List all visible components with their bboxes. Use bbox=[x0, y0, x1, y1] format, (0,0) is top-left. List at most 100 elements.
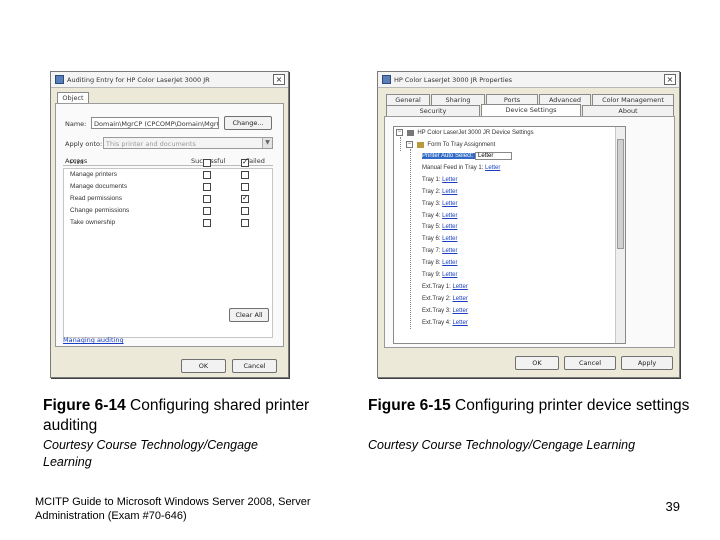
close-icon[interactable]: × bbox=[664, 74, 676, 85]
tab-general[interactable]: General bbox=[386, 94, 430, 105]
figure-6-14-caption: Figure 6-14 Configuring shared printer a… bbox=[43, 396, 333, 436]
failed-checkbox[interactable] bbox=[241, 219, 249, 227]
successful-checkbox[interactable] bbox=[203, 207, 211, 215]
tree-item-value[interactable]: Letter bbox=[475, 152, 513, 160]
tree-item[interactable]: Ext.Tray 3: Letter bbox=[422, 308, 468, 314]
tree-item-value[interactable]: Letter bbox=[452, 320, 467, 326]
folder-icon bbox=[416, 141, 424, 148]
tree-item[interactable]: Tray 7: Letter bbox=[422, 248, 457, 254]
tree-item-key: Tray 7: bbox=[422, 248, 441, 255]
tree-item-value[interactable]: Letter bbox=[485, 165, 500, 171]
tree-root[interactable]: − HP Color LaserJet 3000 JR Device Setti… bbox=[396, 129, 534, 136]
tab-sharing[interactable]: Sharing bbox=[431, 94, 485, 105]
tree-item-value[interactable]: Letter bbox=[442, 236, 457, 242]
tree-guide-line bbox=[410, 149, 411, 329]
tree-item-value[interactable]: Letter bbox=[442, 260, 457, 266]
tree-item-value[interactable]: Letter bbox=[442, 189, 457, 195]
tree-item-value[interactable]: Letter bbox=[442, 248, 457, 254]
cancel-button[interactable]: Cancel bbox=[564, 356, 616, 370]
device-settings-tree[interactable]: − HP Color LaserJet 3000 JR Device Setti… bbox=[393, 126, 626, 344]
permission-row: Manage printers bbox=[62, 169, 272, 181]
figure-6-14-label: Figure 6-14 bbox=[43, 397, 126, 414]
tree-item-key: Tray 5: bbox=[422, 224, 441, 231]
failed-checkbox[interactable] bbox=[241, 207, 249, 215]
permission-row: Read permissions ✓ bbox=[62, 193, 272, 205]
tree-item[interactable]: Tray 2: Letter bbox=[422, 189, 457, 195]
tree-group-label: Form To Tray Assignment bbox=[427, 142, 496, 149]
tab-about[interactable]: About bbox=[582, 105, 674, 116]
tree-item[interactable]: Tray 3: Letter bbox=[422, 201, 457, 207]
tree-item-key: Ext.Tray 4: bbox=[422, 319, 451, 326]
tree-item[interactable]: Ext.Tray 2: Letter bbox=[422, 296, 468, 302]
tab-security[interactable]: Security bbox=[386, 105, 480, 116]
tree-item-value[interactable]: Letter bbox=[442, 213, 457, 219]
tree-item-key: Manual Feed in Tray 1: bbox=[422, 164, 484, 171]
clear-all-button[interactable]: Clear All bbox=[229, 308, 269, 322]
tree-group[interactable]: − Form To Tray Assignment bbox=[406, 141, 495, 148]
auditing-dialog-title: Auditing Entry for HP Color LaserJet 300… bbox=[67, 75, 210, 84]
properties-dialog-titlebar: HP Color LaserJet 3000 JR Properties × bbox=[378, 72, 679, 88]
footer-book-title: MCITP Guide to Microsoft Windows Server … bbox=[35, 496, 311, 522]
successful-checkbox[interactable] bbox=[203, 219, 211, 227]
ok-button[interactable]: OK bbox=[515, 356, 559, 370]
permission-label: Read permissions bbox=[70, 195, 123, 202]
tree-item-value[interactable]: Letter bbox=[452, 296, 467, 302]
name-label: Name: bbox=[65, 120, 87, 128]
permission-label: Take ownership bbox=[70, 219, 116, 226]
permission-label: Change permissions bbox=[70, 207, 130, 214]
tree-item-key: Ext.Tray 3: bbox=[422, 307, 451, 314]
tree-item[interactable]: Tray 5: Letter bbox=[422, 224, 457, 230]
tree-item-key: Printer Auto Select: bbox=[422, 153, 474, 159]
tab-device-settings[interactable]: Device Settings bbox=[481, 104, 581, 116]
apply-button[interactable]: Apply bbox=[621, 356, 673, 370]
tree-item-key: Tray 1: bbox=[422, 176, 441, 183]
scrollbar-thumb[interactable] bbox=[617, 139, 624, 249]
tree-item-key: Tray 2: bbox=[422, 188, 441, 195]
tree-item-key: Tray 9: bbox=[422, 272, 441, 278]
failed-checkbox[interactable] bbox=[241, 183, 249, 191]
successful-checkbox[interactable] bbox=[203, 159, 211, 167]
tree-scrollbar[interactable] bbox=[615, 127, 625, 343]
ok-button[interactable]: OK bbox=[181, 359, 226, 373]
tree-item[interactable]: Tray 8: Letter bbox=[422, 260, 457, 266]
cancel-button[interactable]: Cancel bbox=[232, 359, 277, 373]
page-number: 39 bbox=[665, 499, 680, 514]
tree-item[interactable]: Ext.Tray 1: Letter bbox=[422, 284, 468, 290]
tree-item[interactable]: Tray 4: Letter bbox=[422, 213, 457, 219]
chevron-down-icon[interactable]: ▼ bbox=[262, 138, 272, 148]
tree-item-key: Ext.Tray 2: bbox=[422, 295, 451, 302]
tree-item[interactable]: Tray 9: Letter bbox=[422, 272, 457, 278]
name-value: Domain\MgrCP (CPCOMP\Domain\MgrCP) bbox=[94, 120, 219, 128]
successful-checkbox[interactable] bbox=[203, 195, 211, 203]
tab-color-management[interactable]: Color Management bbox=[592, 94, 674, 105]
failed-checkbox[interactable]: ✓ bbox=[241, 159, 249, 167]
tree-item-value[interactable]: Letter bbox=[442, 224, 457, 230]
collapse-icon[interactable]: − bbox=[406, 141, 413, 148]
failed-checkbox[interactable] bbox=[241, 171, 249, 179]
printer-icon bbox=[406, 129, 414, 136]
close-icon[interactable]: × bbox=[273, 74, 285, 85]
tree-item-value[interactable]: Letter bbox=[452, 284, 467, 290]
managing-auditing-link[interactable]: Managing auditing bbox=[63, 336, 124, 344]
tree-item[interactable]: Tray 1: Letter bbox=[422, 177, 457, 183]
apply-onto-select[interactable]: This printer and documents ▼ bbox=[103, 137, 273, 149]
successful-checkbox[interactable] bbox=[203, 171, 211, 179]
successful-checkbox[interactable] bbox=[203, 183, 211, 191]
failed-checkbox[interactable]: ✓ bbox=[241, 195, 249, 203]
tree-item-value[interactable]: Letter bbox=[442, 201, 457, 207]
tree-item[interactable]: Ext.Tray 4: Letter bbox=[422, 320, 468, 326]
tree-item-value[interactable]: Letter bbox=[442, 177, 457, 183]
permission-row: Take ownership bbox=[62, 217, 272, 229]
tree-item-key: Tray 8: bbox=[422, 260, 441, 267]
tree-item-value[interactable]: Letter bbox=[452, 308, 467, 314]
name-field[interactable]: Domain\MgrCP (CPCOMP\Domain\MgrCP) bbox=[91, 117, 219, 129]
tree-item-value[interactable]: Letter bbox=[442, 272, 457, 278]
apply-onto-value: This printer and documents bbox=[106, 140, 196, 148]
tab-object[interactable]: Object bbox=[57, 92, 89, 103]
change-button[interactable]: Change... bbox=[224, 116, 272, 130]
permission-label: Print bbox=[70, 159, 84, 166]
tree-item[interactable]: Manual Feed in Tray 1: Letter bbox=[422, 165, 500, 171]
tree-item[interactable]: Printer Auto Select: Letter bbox=[422, 152, 513, 160]
collapse-icon[interactable]: − bbox=[396, 129, 403, 136]
tree-item[interactable]: Tray 6: Letter bbox=[422, 236, 457, 242]
